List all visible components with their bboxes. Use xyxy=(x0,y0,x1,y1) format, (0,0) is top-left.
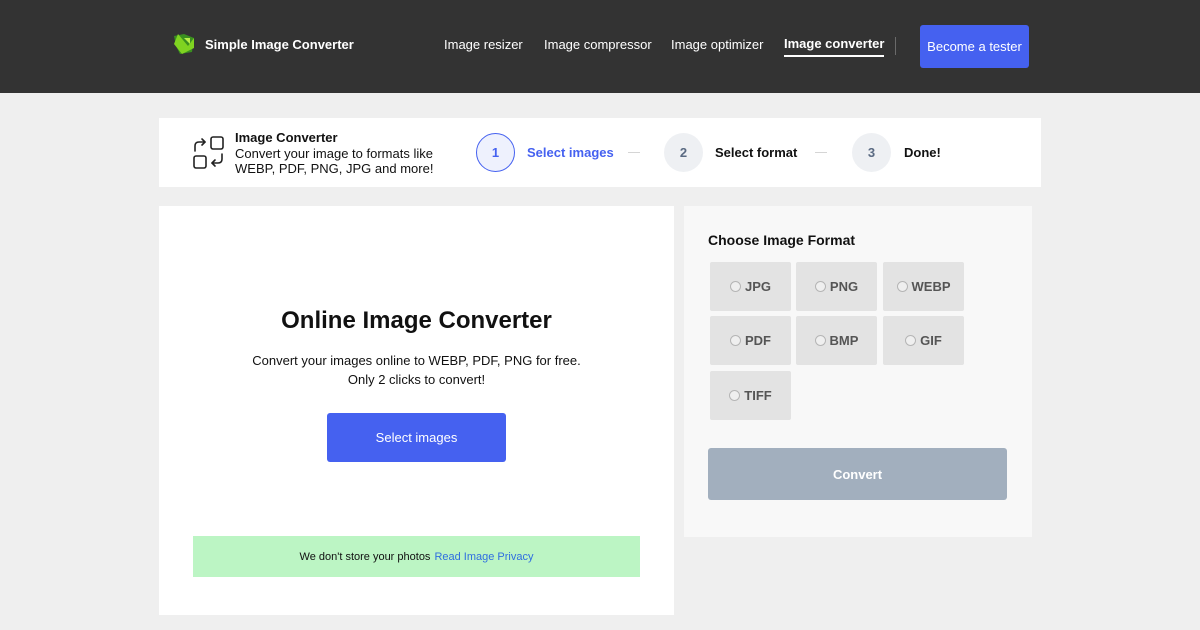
select-images-button[interactable]: Select images xyxy=(327,413,506,462)
description-line-2: Only 2 clicks to convert! xyxy=(347,372,486,387)
step-separator xyxy=(815,152,827,153)
nav-item-image-optimizer[interactable]: Image optimizer xyxy=(671,37,763,52)
step-3-label: Done! xyxy=(904,145,941,160)
nav-item-image-compressor[interactable]: Image compressor xyxy=(544,37,652,52)
radio-icon[interactable] xyxy=(896,281,908,292)
step-2-label: Select format xyxy=(715,145,798,160)
privacy-link[interactable]: Read Image Privacy xyxy=(434,551,533,563)
step-1-circle: 1 xyxy=(476,133,515,172)
step-2-circle: 2 xyxy=(664,133,703,172)
privacy-notice: We don't store your photos Read Image Pr… xyxy=(193,536,640,577)
format-option-pdf[interactable]: PDF xyxy=(710,316,791,365)
converter-title: Image Converter xyxy=(235,130,338,145)
format-option-gif[interactable]: GIF xyxy=(883,316,964,365)
step-separator xyxy=(628,152,640,153)
nav-divider xyxy=(895,37,896,55)
become-tester-button[interactable]: Become a tester xyxy=(920,25,1029,68)
page-heading: Online Image Converter xyxy=(281,307,552,334)
radio-icon[interactable] xyxy=(814,281,826,292)
step-3-circle: 3 xyxy=(852,133,891,172)
format-panel: Choose Image Format JPG PNG WEBP PDF BMP… xyxy=(684,206,1032,537)
radio-icon[interactable] xyxy=(814,335,826,346)
privacy-text: We don't store your photos xyxy=(299,550,431,563)
brand-name: Simple Image Converter xyxy=(205,36,354,52)
format-option-tiff[interactable]: TIFF xyxy=(710,371,791,420)
radio-icon[interactable] xyxy=(905,335,917,346)
converter-description: Convert your image to formats like WEBP,… xyxy=(235,146,434,176)
format-option-webp[interactable]: WEBP xyxy=(883,262,964,311)
brand[interactable]: Simple Image Converter xyxy=(172,32,354,56)
format-label: JPG xyxy=(744,279,771,294)
step-1-label: Select images xyxy=(527,145,614,160)
format-label: TIFF xyxy=(744,388,772,403)
format-label: WEBP xyxy=(911,279,951,294)
radio-icon[interactable] xyxy=(729,281,741,292)
app-logo-icon xyxy=(174,34,194,54)
format-label: PNG xyxy=(829,279,859,294)
format-label: GIF xyxy=(920,333,942,348)
format-option-png[interactable]: PNG xyxy=(796,262,877,311)
steps-bar: Image Converter Convert your image to fo… xyxy=(159,118,1041,187)
description-line-1: Convert your images online to WEBP, PDF,… xyxy=(252,353,581,368)
format-option-jpg[interactable]: JPG xyxy=(710,262,791,311)
format-label: PDF xyxy=(745,333,771,348)
nav-item-image-resizer[interactable]: Image resizer xyxy=(444,37,523,52)
upload-panel: Online Image Converter Convert your imag… xyxy=(159,206,674,615)
format-label: BMP xyxy=(829,333,859,348)
radio-icon[interactable] xyxy=(730,335,741,346)
format-option-bmp[interactable]: BMP xyxy=(796,316,877,365)
format-panel-title: Choose Image Format xyxy=(708,232,856,248)
convert-arrows-icon xyxy=(193,136,224,169)
top-navigation-bar: Simple Image Converter Image resizer Ima… xyxy=(0,0,1200,93)
convert-button[interactable]: Convert xyxy=(708,448,1007,500)
radio-icon[interactable] xyxy=(729,390,741,401)
page-description: Convert your images online to WEBP, PDF,… xyxy=(159,351,674,389)
nav-item-image-converter[interactable]: Image converter xyxy=(784,36,885,57)
